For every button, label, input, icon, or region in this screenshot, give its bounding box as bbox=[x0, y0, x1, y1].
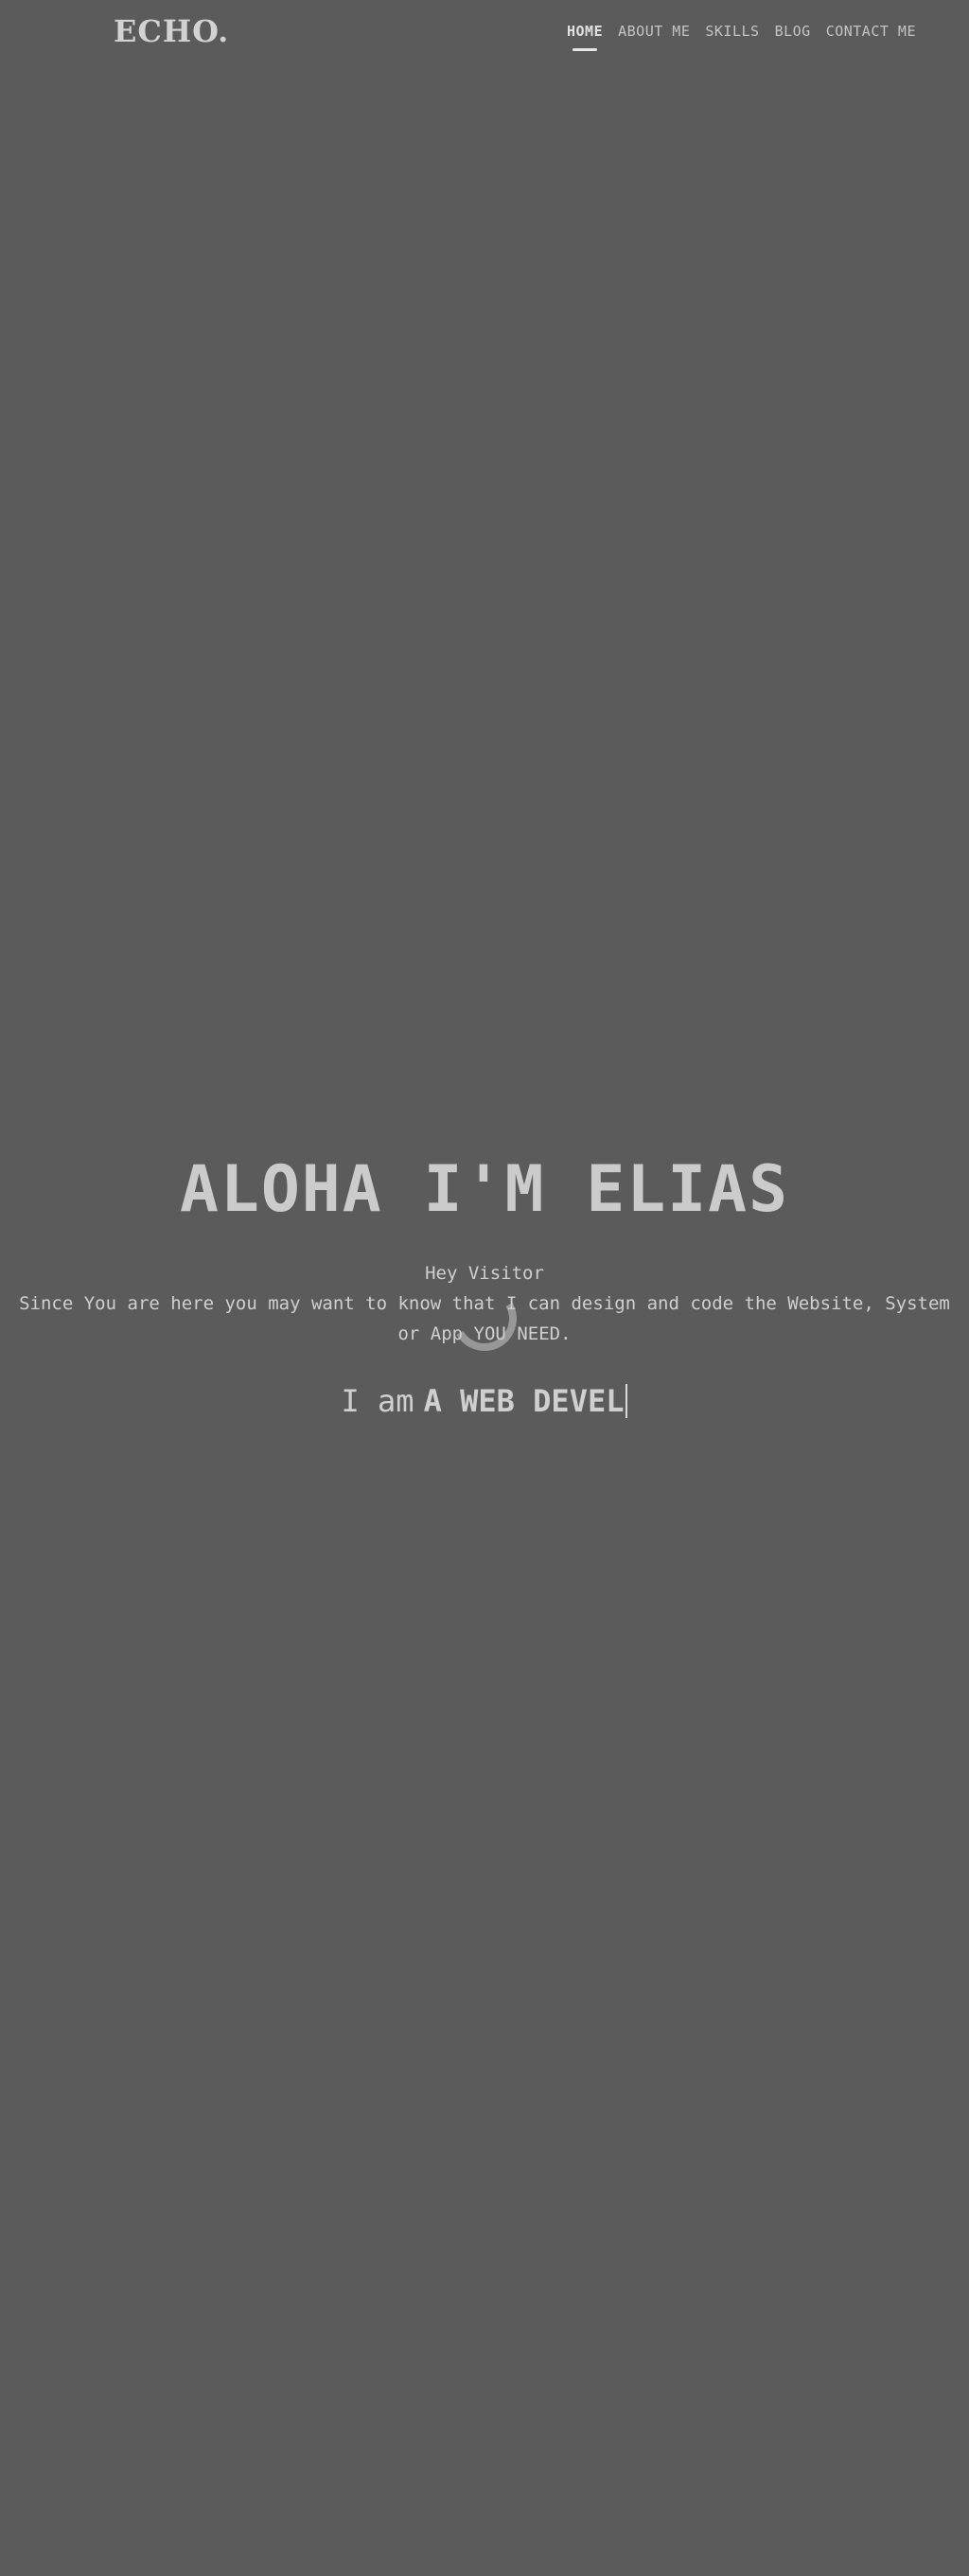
nav-item-skills[interactable]: SKILLS bbox=[705, 23, 759, 40]
hero-greeting: Hey Visitor bbox=[425, 1263, 544, 1284]
nav-item-home[interactable]: HOME bbox=[567, 23, 603, 51]
typing-word: A WEB DEVEL bbox=[423, 1383, 625, 1419]
site-logo[interactable]: ECHO. bbox=[114, 13, 229, 49]
hero-section: ALOHA I'M ELIAS Hey Visitor Since You ar… bbox=[0, 1135, 969, 1420]
navbar: ECHO. HOME ABOUT ME SKILLS BLOG CONTACT … bbox=[0, 0, 969, 66]
hero-title: ALOHA I'M ELIAS bbox=[179, 1152, 790, 1227]
typing-line: I am A WEB DEVEL bbox=[0, 1383, 969, 1419]
nav-item-about-me[interactable]: ABOUT ME bbox=[618, 23, 690, 40]
nav-menu: HOME ABOUT ME SKILLS BLOG CONTACT ME bbox=[567, 23, 916, 51]
typing-cursor bbox=[625, 1384, 628, 1418]
nav-item-blog[interactable]: BLOG bbox=[775, 23, 811, 40]
typing-prefix: I am bbox=[341, 1383, 414, 1419]
nav-item-contact-me[interactable]: CONTACT ME bbox=[826, 23, 916, 40]
